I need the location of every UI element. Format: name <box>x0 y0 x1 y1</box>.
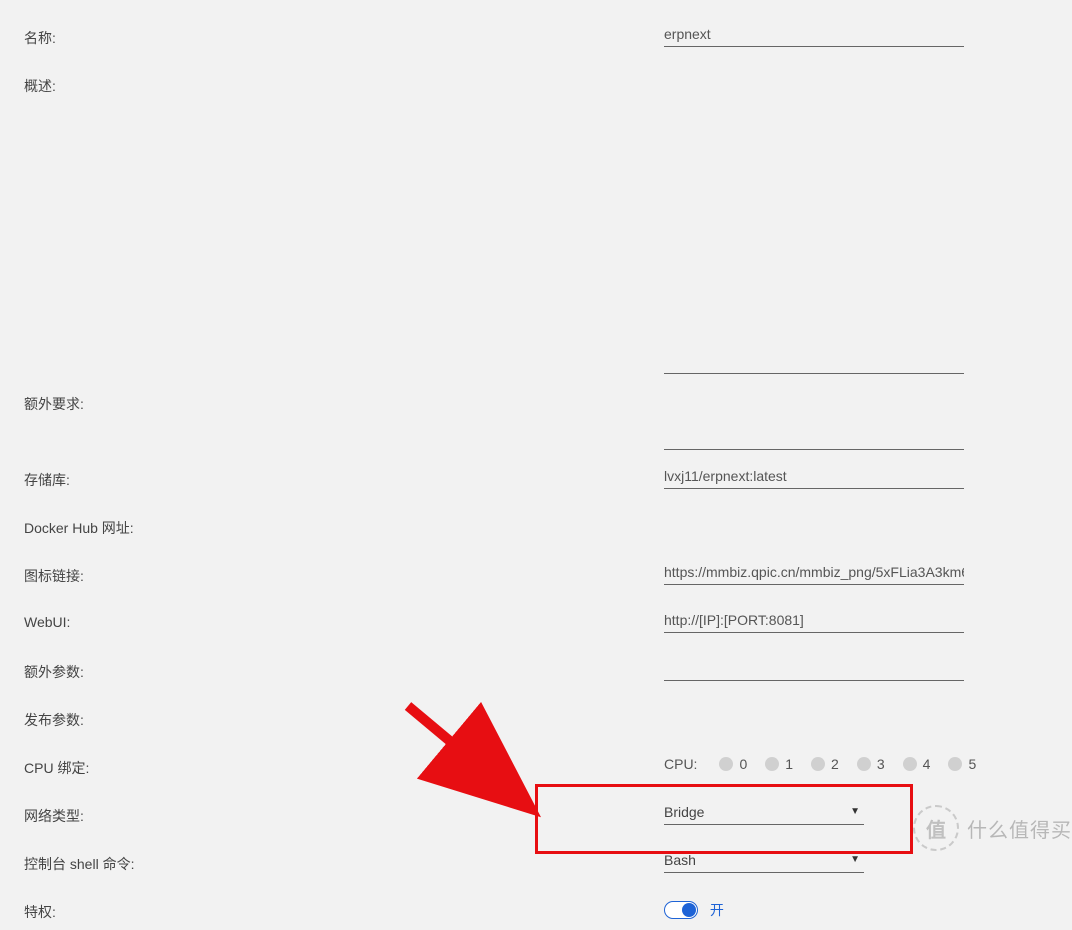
textarea-description[interactable] <box>664 76 964 374</box>
config-form: 名称: 概述: 额外要求: 存储库: Docker Hub 网址: 图标链接: … <box>0 0 1072 930</box>
label-webui: WebUI: <box>24 608 664 630</box>
toggle-privilege[interactable] <box>664 901 698 919</box>
input-extraparam[interactable] <box>664 656 964 681</box>
row-extra-req: 额外要求: <box>24 388 1048 450</box>
row-dockerhub: Docker Hub 网址: <box>24 512 1048 546</box>
cpu-opt-4[interactable]: 4 <box>903 756 931 772</box>
radio-icon <box>811 757 825 771</box>
textarea-extra-req[interactable] <box>664 392 964 450</box>
input-webui[interactable] <box>664 608 964 633</box>
radio-icon <box>765 757 779 771</box>
cpu-opt-2[interactable]: 2 <box>811 756 839 772</box>
input-iconlink[interactable] <box>664 560 964 585</box>
cpu-options: CPU: 0 1 2 3 4 5 <box>664 752 1048 772</box>
label-nettype: 网络类型: <box>24 800 664 826</box>
row-privilege: 特权: 开 <box>24 896 1048 930</box>
label-iconlink: 图标链接: <box>24 560 664 586</box>
select-shell-value: Bash <box>664 848 864 873</box>
select-nettype[interactable]: Bridge ▼ <box>664 800 864 825</box>
row-shell: 控制台 shell 命令: Bash ▼ <box>24 848 1048 882</box>
select-nettype-value: Bridge <box>664 800 864 825</box>
label-repository: 存储库: <box>24 464 664 490</box>
row-iconlink: 图标链接: <box>24 560 1048 594</box>
row-publishparam: 发布参数: <box>24 704 1048 738</box>
label-description: 概述: <box>24 70 664 96</box>
label-extraparam: 额外参数: <box>24 656 664 682</box>
label-dockerhub: Docker Hub 网址: <box>24 512 664 538</box>
radio-icon <box>857 757 871 771</box>
cpu-head: CPU: <box>664 756 697 772</box>
input-name[interactable] <box>664 22 964 47</box>
row-cpubind: CPU 绑定: CPU: 0 1 2 3 4 5 <box>24 752 1048 786</box>
radio-icon <box>948 757 962 771</box>
row-extraparam: 额外参数: <box>24 656 1048 690</box>
cpu-opt-1[interactable]: 1 <box>765 756 793 772</box>
select-shell[interactable]: Bash ▼ <box>664 848 864 873</box>
row-nettype: 网络类型: Bridge ▼ <box>24 800 1048 834</box>
radio-icon <box>903 757 917 771</box>
row-name: 名称: <box>24 22 1048 56</box>
row-repository: 存储库: <box>24 464 1048 498</box>
radio-icon <box>719 757 733 771</box>
row-webui: WebUI: <box>24 608 1048 642</box>
label-extra-req: 额外要求: <box>24 388 664 414</box>
cpu-opt-3[interactable]: 3 <box>857 756 885 772</box>
input-repository[interactable] <box>664 464 964 489</box>
label-publishparam: 发布参数: <box>24 704 664 730</box>
label-cpubind: CPU 绑定: <box>24 752 664 778</box>
label-privilege: 特权: <box>24 896 664 922</box>
cpu-opt-0[interactable]: 0 <box>719 756 747 772</box>
row-description: 概述: <box>24 70 1048 374</box>
cpu-opt-5[interactable]: 5 <box>948 756 976 772</box>
label-shell: 控制台 shell 命令: <box>24 848 664 874</box>
toggle-knob-icon <box>682 903 696 917</box>
toggle-privilege-label: 开 <box>710 902 724 918</box>
label-name: 名称: <box>24 22 664 48</box>
